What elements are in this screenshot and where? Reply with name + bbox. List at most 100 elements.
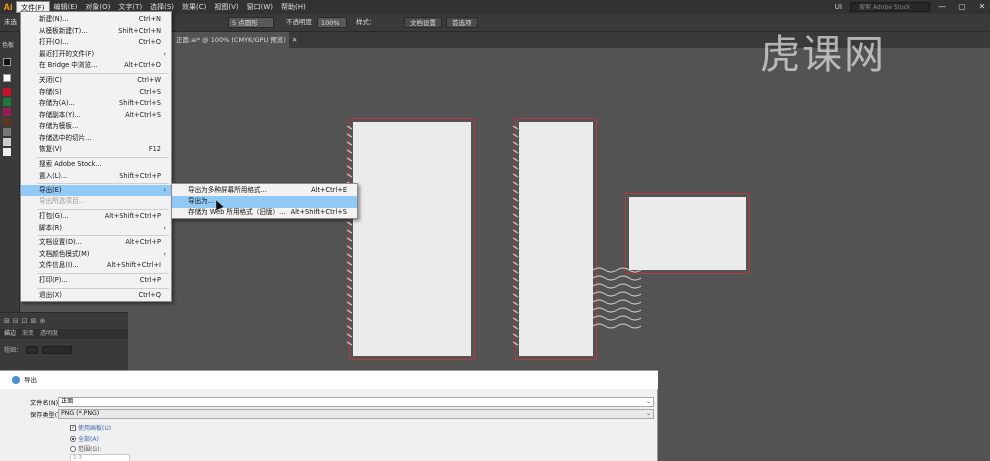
swatch-brown[interactable] xyxy=(3,118,11,126)
dialog-title-bar: 导出 xyxy=(0,371,658,389)
use-artboards-checkbox[interactable]: ✓ 使用画板(U) xyxy=(70,423,111,432)
stroke-panel: ⊞⊟⊡⊠⊕ 描边 渐变 透明度 粗细： xyxy=(0,312,128,372)
range-input[interactable]: 1-3 xyxy=(70,454,130,461)
file-menu-item-scripts[interactable]: 脚本(R) › xyxy=(21,223,171,235)
chevron-down-icon: ⌄ xyxy=(645,398,651,405)
tab-stroke[interactable]: 描边 xyxy=(4,329,16,339)
menu-separator xyxy=(37,209,169,210)
file-menu-item-save[interactable]: 存储(S) Ctrl+S xyxy=(21,87,171,99)
file-menu-item-save-slices[interactable]: 存储选中的切片... xyxy=(21,133,171,145)
file-menu-item-exit[interactable]: 退出(X) Ctrl+Q xyxy=(21,290,171,302)
file-menu-item-color-mode[interactable]: 文档颜色模式(M) › xyxy=(21,249,171,261)
stock-search-input[interactable]: 搜索 Adobe Stock xyxy=(850,2,930,12)
swatches-panel: 色板 xyxy=(0,32,20,322)
artboard-1[interactable] xyxy=(349,118,475,360)
file-menu-item-save-template[interactable]: 存储为模板... xyxy=(21,121,171,133)
file-menu-item-search-stock[interactable]: 搜索 Adobe Stock... xyxy=(21,159,171,171)
close-window-button[interactable]: ✕ xyxy=(974,1,990,13)
swatch-red[interactable] xyxy=(3,88,11,96)
file-menu-item-package[interactable]: 打包(G)... Alt+Shift+Ctrl+P xyxy=(21,211,171,223)
swatch-gray[interactable] xyxy=(3,128,11,136)
watermark-logo: 虎课网 xyxy=(760,32,886,78)
stroke-weight-label: 粗细： xyxy=(4,347,23,354)
file-menu-item-save-as[interactable]: 存储为(A)... Shift+Ctrl+S xyxy=(21,98,171,110)
tab-transparency[interactable]: 透明度 xyxy=(40,329,58,339)
document-tab[interactable]: 正面.ai* @ 100% (CMYK/GPU 预览) ✕ xyxy=(172,32,297,48)
workspace-switcher[interactable]: UI xyxy=(831,3,846,11)
file-menu-dropdown: 新建(N)... Ctrl+N 从模板新建(T)... Shift+Ctrl+N 打… xyxy=(20,11,172,302)
minimize-button[interactable]: — xyxy=(934,1,950,13)
swatch-green[interactable] xyxy=(3,98,11,106)
file-menu-item-close[interactable]: 关闭(C) Ctrl+W xyxy=(21,75,171,87)
chevron-right-icon: › xyxy=(163,249,166,258)
preferences-button[interactable]: 首选项 xyxy=(446,17,478,28)
menu-separator xyxy=(37,288,169,289)
panel-toolbar-icons: ⊞⊟⊡⊠⊕ xyxy=(4,317,49,325)
file-menu-item-export[interactable]: 导出(E) › xyxy=(21,184,171,196)
filename-label: 文件名(N): xyxy=(30,400,61,407)
swatch-white[interactable] xyxy=(3,148,11,156)
menu-separator xyxy=(37,235,169,236)
file-menu-item-file-info[interactable]: 文件信息(I)... Alt+Shift+Ctrl+I xyxy=(21,260,171,272)
file-type-select[interactable]: PNG (*.PNG) ⌄ xyxy=(58,409,654,419)
opacity-input[interactable]: 100% xyxy=(317,17,347,28)
export-as[interactable]: 导出为... xyxy=(172,196,357,208)
document-tab-title: 正面.ai* @ 100% (CMYK/GPU 预览) xyxy=(176,36,286,44)
file-menu-item-revert[interactable]: 恢复(V) F12 xyxy=(21,144,171,156)
file-menu-item-save-copy[interactable]: 存储副本(Y)... Alt+Ctrl+S xyxy=(21,110,171,122)
save-for-web-legacy[interactable]: 存储为 Web 所用格式（旧版）... Alt+Shift+Ctrl+S xyxy=(172,207,357,219)
checkbox-checked-icon: ✓ xyxy=(70,424,76,431)
swatch-black[interactable] xyxy=(3,58,11,66)
menu-view[interactable]: 视图(V) xyxy=(210,1,242,13)
file-menu-item-new-from-template[interactable]: 从模板新建(T)... Shift+Ctrl+N xyxy=(21,26,171,38)
panel-tabs: 描边 渐变 透明度 xyxy=(0,329,128,339)
swatch-light-gray[interactable] xyxy=(3,138,11,146)
file-menu-item-new[interactable]: 新建(N)... Ctrl+N xyxy=(21,14,171,26)
wave-pattern-middle xyxy=(512,125,519,346)
file-menu-item-document-setup[interactable]: 文档设置(D)... Alt+Ctrl+P xyxy=(21,237,171,249)
document-tab-close-icon[interactable]: ✕ xyxy=(292,36,297,44)
swatch-none[interactable] xyxy=(3,74,11,82)
file-menu-item-open[interactable]: 打开(O)... Ctrl+O xyxy=(21,37,171,49)
stroke-profile-select[interactable]: 5 点圆形 xyxy=(228,17,274,28)
export-dialog: 导出 文件名(N): 正面 ⌄ 保存类型(T): PNG (*.PNG) ⌄ ✓ 使… xyxy=(0,370,658,461)
app-logo: Ai xyxy=(3,2,13,12)
export-submenu: 导出为多种屏幕所用格式... Alt+Ctrl+E 导出为... 存储为 Web … xyxy=(171,183,358,219)
stroke-weight-stepper[interactable] xyxy=(26,345,39,354)
menu-separator xyxy=(37,73,169,74)
menu-help[interactable]: 帮助(H) xyxy=(277,1,310,13)
maximize-button[interactable]: ▢ xyxy=(954,1,970,13)
style-label: 样式： xyxy=(356,18,376,26)
all-artboards-radio[interactable]: 全部(A) xyxy=(70,434,99,443)
swatch-magenta[interactable] xyxy=(3,108,11,116)
document-setup-button[interactable]: 文档设置 xyxy=(404,17,442,28)
filename-input[interactable]: 正面 ⌄ xyxy=(58,397,654,407)
opacity-label: 不透明度 xyxy=(286,18,312,26)
wave-lines-decoration xyxy=(593,267,642,329)
menu-effect[interactable]: 效果(C) xyxy=(178,1,210,13)
chevron-right-icon: › xyxy=(163,185,166,194)
file-menu-item-recent[interactable]: 最近打开的文件(F) › xyxy=(21,49,171,61)
file-menu-item-export-selection: 导出所选项目... xyxy=(39,197,85,205)
wave-pattern-left xyxy=(346,125,353,346)
menu-separator xyxy=(37,273,169,274)
menu-separator xyxy=(37,157,169,158)
file-menu-item-print[interactable]: 打印(P)... Ctrl+P xyxy=(21,275,171,287)
file-menu-item-place[interactable]: 置入(L)... Shift+Ctrl+P xyxy=(21,171,171,183)
radio-selected-icon xyxy=(70,435,76,442)
stroke-weight-input[interactable] xyxy=(42,345,73,354)
dialog-title: 导出 xyxy=(24,376,37,384)
radio-icon xyxy=(70,445,76,452)
range-radio[interactable]: 范围(G): xyxy=(70,444,101,453)
chevron-right-icon: › xyxy=(163,223,166,232)
menu-window[interactable]: 窗口(W) xyxy=(243,1,277,13)
artboard-3[interactable] xyxy=(625,193,750,274)
artboard-2[interactable] xyxy=(515,118,597,360)
file-menu-item-bridge[interactable]: 在 Bridge 中浏览... Alt+Ctrl+O xyxy=(21,60,171,72)
chevron-right-icon: › xyxy=(163,49,166,58)
export-for-screens[interactable]: 导出为多种屏幕所用格式... Alt+Ctrl+E xyxy=(172,185,357,197)
stroke-weight-row: 粗细： xyxy=(4,345,73,354)
tab-gradient[interactable]: 渐变 xyxy=(22,329,34,339)
export-app-icon xyxy=(12,376,20,384)
chevron-down-icon: ⌄ xyxy=(645,410,651,417)
